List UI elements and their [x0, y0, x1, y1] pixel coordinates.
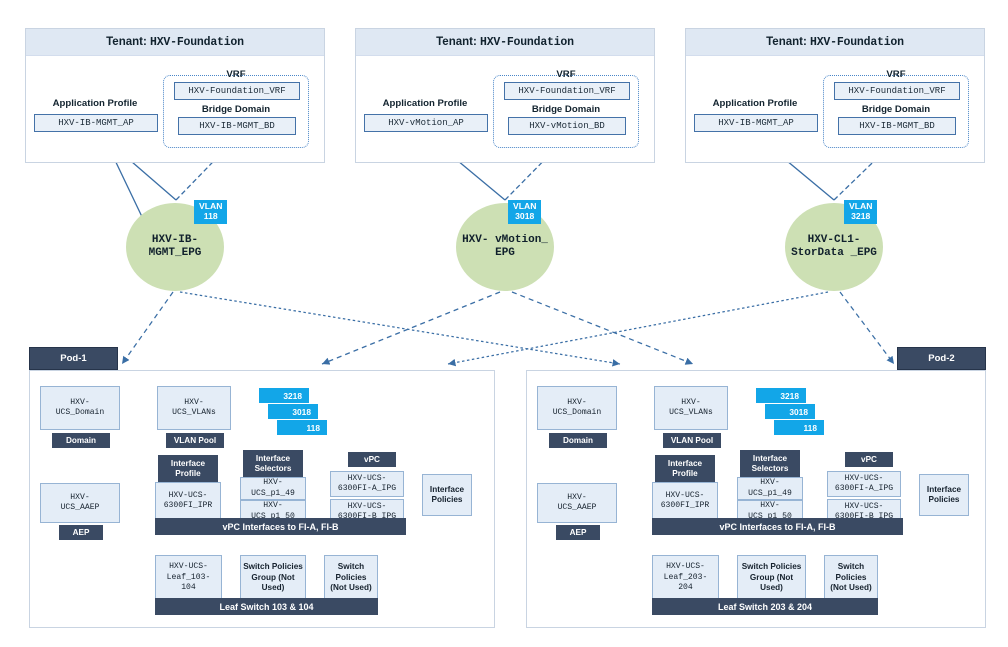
tenant-header-prefix-1: Tenant: [106, 36, 151, 48]
pod1-interface-selectors-tag: Interface Selectors [243, 450, 303, 477]
vlan-label-1: VLAN [199, 201, 223, 211]
diagram-canvas: Tenant: HXV-Foundation Application Profi… [0, 0, 1008, 647]
pod2-vlanpool-tag: VLAN Pool [663, 433, 721, 448]
tenant-header-1: Tenant: HXV-Foundation [26, 29, 324, 56]
pod1-vlans-node[interactable]: HXV- UCS_VLANs [157, 386, 231, 430]
pod2-vlans-node[interactable]: HXV- UCS_VLANs [654, 386, 728, 430]
vrf-caption-3: VRF [886, 69, 906, 80]
vlan-id-2: 3018 [515, 210, 535, 221]
pod1-vlanpool-tag: VLAN Pool [166, 433, 224, 448]
tenant-body-2: Application Profile HXV-vMotion_AP VRF H… [356, 56, 654, 163]
app-profile-caption-3: Application Profile [712, 98, 798, 109]
vlan-badge-3: VLAN 3218 [844, 200, 878, 225]
pod1-domain-node[interactable]: HXV- UCS_Domain [40, 386, 120, 430]
pod2-vlan-chip-1: 3018 [765, 404, 815, 419]
pod1-leaf-bar: Leaf Switch 103 & 104 [155, 598, 378, 615]
tenant-header-name-1: HXV-Foundation [150, 36, 244, 49]
pod2-interface-profile-node[interactable]: HXV-UCS- 6300FI_IPR [652, 482, 718, 520]
pod2-interface-profile-tag: Interface Profile [655, 455, 715, 482]
pod1-vlan-chip-1: 3018 [268, 404, 318, 419]
bridge-domain-box-3[interactable]: HXV-IB-MGMT_BD [838, 117, 956, 135]
vrf-caption-2: VRF [556, 69, 576, 80]
app-profile-caption-2: Application Profile [382, 98, 468, 109]
vrf-box-1[interactable]: HXV-Foundation_VRF [174, 82, 300, 100]
pod2-interface-selectors-tag: Interface Selectors [740, 450, 800, 477]
pod2-switch-policies-node[interactable]: Switch Policies (Not Used) [824, 555, 878, 601]
app-profile-caption-1: Application Profile [52, 98, 138, 109]
pod1-vpc-tag: vPC [348, 452, 396, 467]
pod1-vpc-bar: vPC Interfaces to FI-A, FI-B [155, 518, 406, 535]
tenant-card-3[interactable]: Tenant: HXV-Foundation Application Profi… [685, 28, 985, 163]
pod2-switch-policies-group-node[interactable]: Switch Policies Group (Not Used) [737, 555, 806, 601]
app-profile-box-2[interactable]: HXV-vMotion_AP [364, 114, 488, 132]
app-profile-box-3[interactable]: HXV-IB-MGMT_AP [694, 114, 818, 132]
pod2-vlan-chip-0: 3218 [756, 388, 806, 403]
vrf-box-3[interactable]: HXV-Foundation_VRF [834, 82, 960, 100]
pod2-domain-node[interactable]: HXV- UCS_Domain [537, 386, 617, 430]
vrf-caption-1: VRF [226, 69, 246, 80]
pod2-vpc-bar: vPC Interfaces to FI-A, FI-B [652, 518, 903, 535]
pod2-ipg-a-node[interactable]: HXV-UCS- 6300FI-A_IPG [827, 471, 901, 497]
pod2-vpc-tag: vPC [845, 452, 893, 467]
pod2-vlan-chip-2: 118 [774, 420, 824, 435]
pod2-leaf-node[interactable]: HXV-UCS- Leaf_203- 204 [652, 555, 719, 601]
bridge-domain-caption-3: Bridge Domain [861, 104, 931, 115]
pod1-interface-profile-node[interactable]: HXV-UCS- 6300FI_IPR [155, 482, 221, 520]
pod1-aaep-node[interactable]: HXV- UCS_AAEP [40, 483, 120, 523]
pod2-leaf-bar: Leaf Switch 203 & 204 [652, 598, 878, 615]
tenant-body-3: Application Profile HXV-IB-MGMT_AP VRF H… [686, 56, 984, 163]
vrf-box-2[interactable]: HXV-Foundation_VRF [504, 82, 630, 100]
vlan-id-1: 118 [203, 210, 218, 221]
pod2-interface-selector-a[interactable]: HXV- UCS_p1_49 [737, 477, 803, 500]
tenant-card-2[interactable]: Tenant: HXV-Foundation Application Profi… [355, 28, 655, 163]
bridge-domain-caption-2: Bridge Domain [531, 104, 601, 115]
vlan-label-2: VLAN [513, 201, 537, 211]
vlan-label-3: VLAN [849, 201, 873, 211]
pod2-interface-policies-node[interactable]: Interface Policies [919, 474, 969, 516]
pod1-domain-tag: Domain [52, 433, 110, 448]
tenant-header-prefix-2: Tenant: [436, 36, 481, 48]
bridge-domain-box-2[interactable]: HXV-vMotion_BD [508, 117, 626, 135]
pod-tag-1: Pod-1 [29, 347, 118, 370]
pod2-domain-tag: Domain [549, 433, 607, 448]
pod1-interface-profile-tag: Interface Profile [158, 455, 218, 482]
pod2-aaep-tag: AEP [556, 525, 600, 540]
pod1-aaep-tag: AEP [59, 525, 103, 540]
vlan-id-3: 3218 [851, 210, 871, 221]
pod1-vlan-chip-2: 118 [277, 420, 327, 435]
bridge-domain-box-1[interactable]: HXV-IB-MGMT_BD [178, 117, 296, 135]
pod1-ipg-a-node[interactable]: HXV-UCS- 6300FI-A_IPG [330, 471, 404, 497]
vlan-badge-1: VLAN 118 [194, 200, 228, 225]
pod2-aaep-node[interactable]: HXV- UCS_AAEP [537, 483, 617, 523]
app-profile-box-1[interactable]: HXV-IB-MGMT_AP [34, 114, 158, 132]
tenant-header-name-3: HXV-Foundation [810, 36, 904, 49]
tenant-header-name-2: HXV-Foundation [480, 36, 574, 49]
pod1-switch-policies-group-node[interactable]: Switch Policies Group (Not Used) [240, 555, 306, 601]
pod1-vlan-chip-0: 3218 [259, 388, 309, 403]
bridge-domain-caption-1: Bridge Domain [201, 104, 271, 115]
tenant-header-prefix-3: Tenant: [766, 36, 811, 48]
pod1-leaf-node[interactable]: HXV-UCS- Leaf_103- 104 [155, 555, 222, 601]
pod1-switch-policies-node[interactable]: Switch Policies (Not Used) [324, 555, 378, 601]
pod-tag-2: Pod-2 [897, 347, 986, 370]
tenant-card-1[interactable]: Tenant: HXV-Foundation Application Profi… [25, 28, 325, 163]
vlan-badge-2: VLAN 3018 [508, 200, 542, 225]
tenant-header-2: Tenant: HXV-Foundation [356, 29, 654, 56]
tenant-header-3: Tenant: HXV-Foundation [686, 29, 984, 56]
pod1-interface-policies-node[interactable]: Interface Policies [422, 474, 472, 516]
pod1-interface-selector-a[interactable]: HXV- UCS_p1_49 [240, 477, 306, 500]
tenant-body-1: Application Profile HXV-IB-MGMT_AP VRF H… [26, 56, 324, 163]
